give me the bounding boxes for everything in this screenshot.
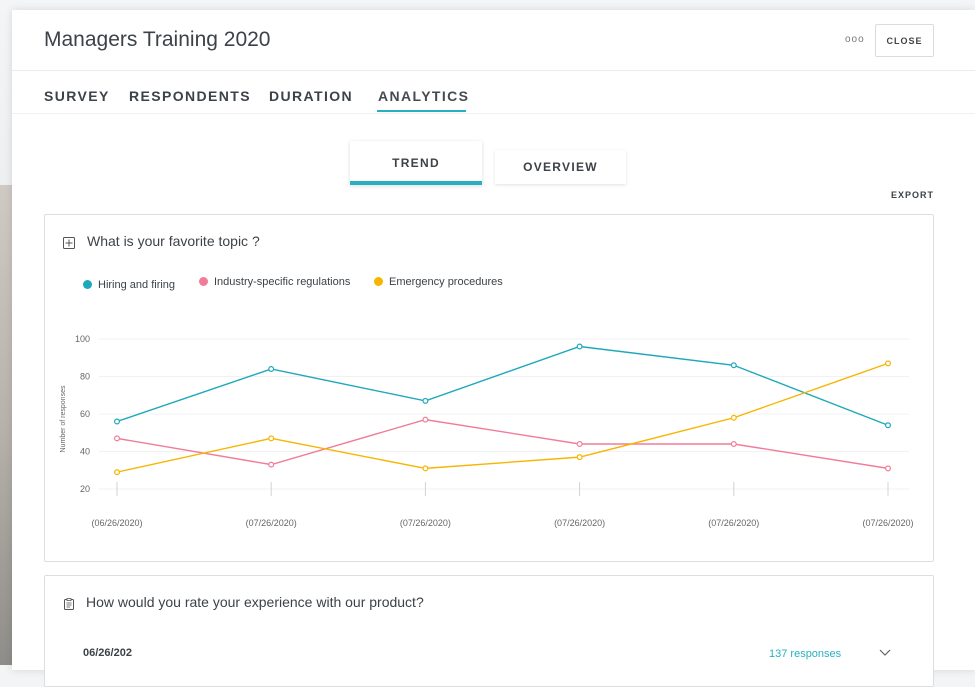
trend-line-chart: 20 40 60 80 100 Number of responses (06/26/202…: [60, 334, 914, 528]
data-point: [422, 397, 429, 404]
tab-respondents[interactable]: RESPONDENTS: [129, 88, 251, 104]
trend-active-indicator: [350, 181, 482, 185]
data-point: [422, 465, 429, 472]
data-point: [268, 461, 275, 468]
data-point: [884, 360, 891, 367]
data-point: [730, 441, 737, 448]
modal-header: Managers Training 2020 ooo CLOSE: [12, 10, 975, 71]
x-tick-label: (07/26/2020): [246, 518, 297, 528]
data-point: [730, 362, 737, 369]
y-tick-label: 100: [75, 334, 90, 344]
series-line: [116, 345, 889, 426]
more-options-icon[interactable]: ooo: [845, 34, 865, 45]
tab-analytics[interactable]: ANALYTICS: [378, 88, 469, 104]
x-tick-label: (07/26/2020): [554, 518, 605, 528]
x-tick-label: (07/26/2020): [708, 518, 759, 528]
trend-toggle-button[interactable]: TREND: [350, 141, 482, 185]
trend-label: TREND: [392, 156, 440, 170]
data-point: [884, 422, 891, 429]
y-tick-label: 80: [80, 372, 90, 382]
survey-modal: Managers Training 2020 ooo CLOSE SURVEY …: [12, 10, 975, 687]
question-title: How would you rate your experience with …: [86, 594, 424, 610]
response-date: 06/26/202: [83, 647, 132, 659]
data-point: [113, 435, 120, 442]
data-point: [730, 414, 737, 421]
data-point: [884, 465, 891, 472]
response-count: 137 responses: [769, 648, 842, 660]
y-tick-label: 60: [80, 409, 90, 419]
data-point: [576, 343, 583, 350]
overview-label: OVERVIEW: [523, 160, 598, 174]
response-row[interactable]: 06/26/202 137 responses: [45, 642, 933, 668]
tab-bar: SURVEY RESPONDENTS DURATION ANALYTICS: [12, 71, 975, 114]
tab-survey[interactable]: SURVEY: [44, 88, 110, 104]
data-point: [268, 366, 275, 373]
y-tick-label: 20: [80, 484, 90, 494]
data-point: [113, 469, 120, 476]
x-tick-label: (07/26/2020): [862, 518, 913, 528]
x-tick-label: (06/26/2020): [91, 518, 142, 528]
export-link[interactable]: EXPORT: [891, 190, 934, 200]
close-button[interactable]: CLOSE: [875, 24, 934, 57]
y-tick-label: 40: [80, 447, 90, 457]
overview-toggle-button[interactable]: OVERVIEW: [495, 150, 626, 184]
question-card-favorite-topic: What is your favorite topic ? Hiring and…: [44, 214, 934, 562]
page-title: Managers Training 2020: [44, 28, 271, 51]
chevron-down-icon[interactable]: [879, 646, 891, 658]
question-card-experience: How would you rate your experience with …: [44, 575, 934, 687]
data-point: [576, 441, 583, 448]
x-tick-label: (07/26/2020): [400, 518, 451, 528]
data-point: [113, 418, 120, 425]
data-point: [576, 454, 583, 461]
tab-duration[interactable]: DURATION: [269, 88, 353, 104]
data-point: [268, 435, 275, 442]
series-line: [116, 418, 889, 470]
data-point: [422, 416, 429, 423]
clipboard-icon: [64, 598, 74, 610]
active-tab-indicator: [377, 110, 466, 112]
y-axis-label: Number of responses: [60, 385, 67, 452]
